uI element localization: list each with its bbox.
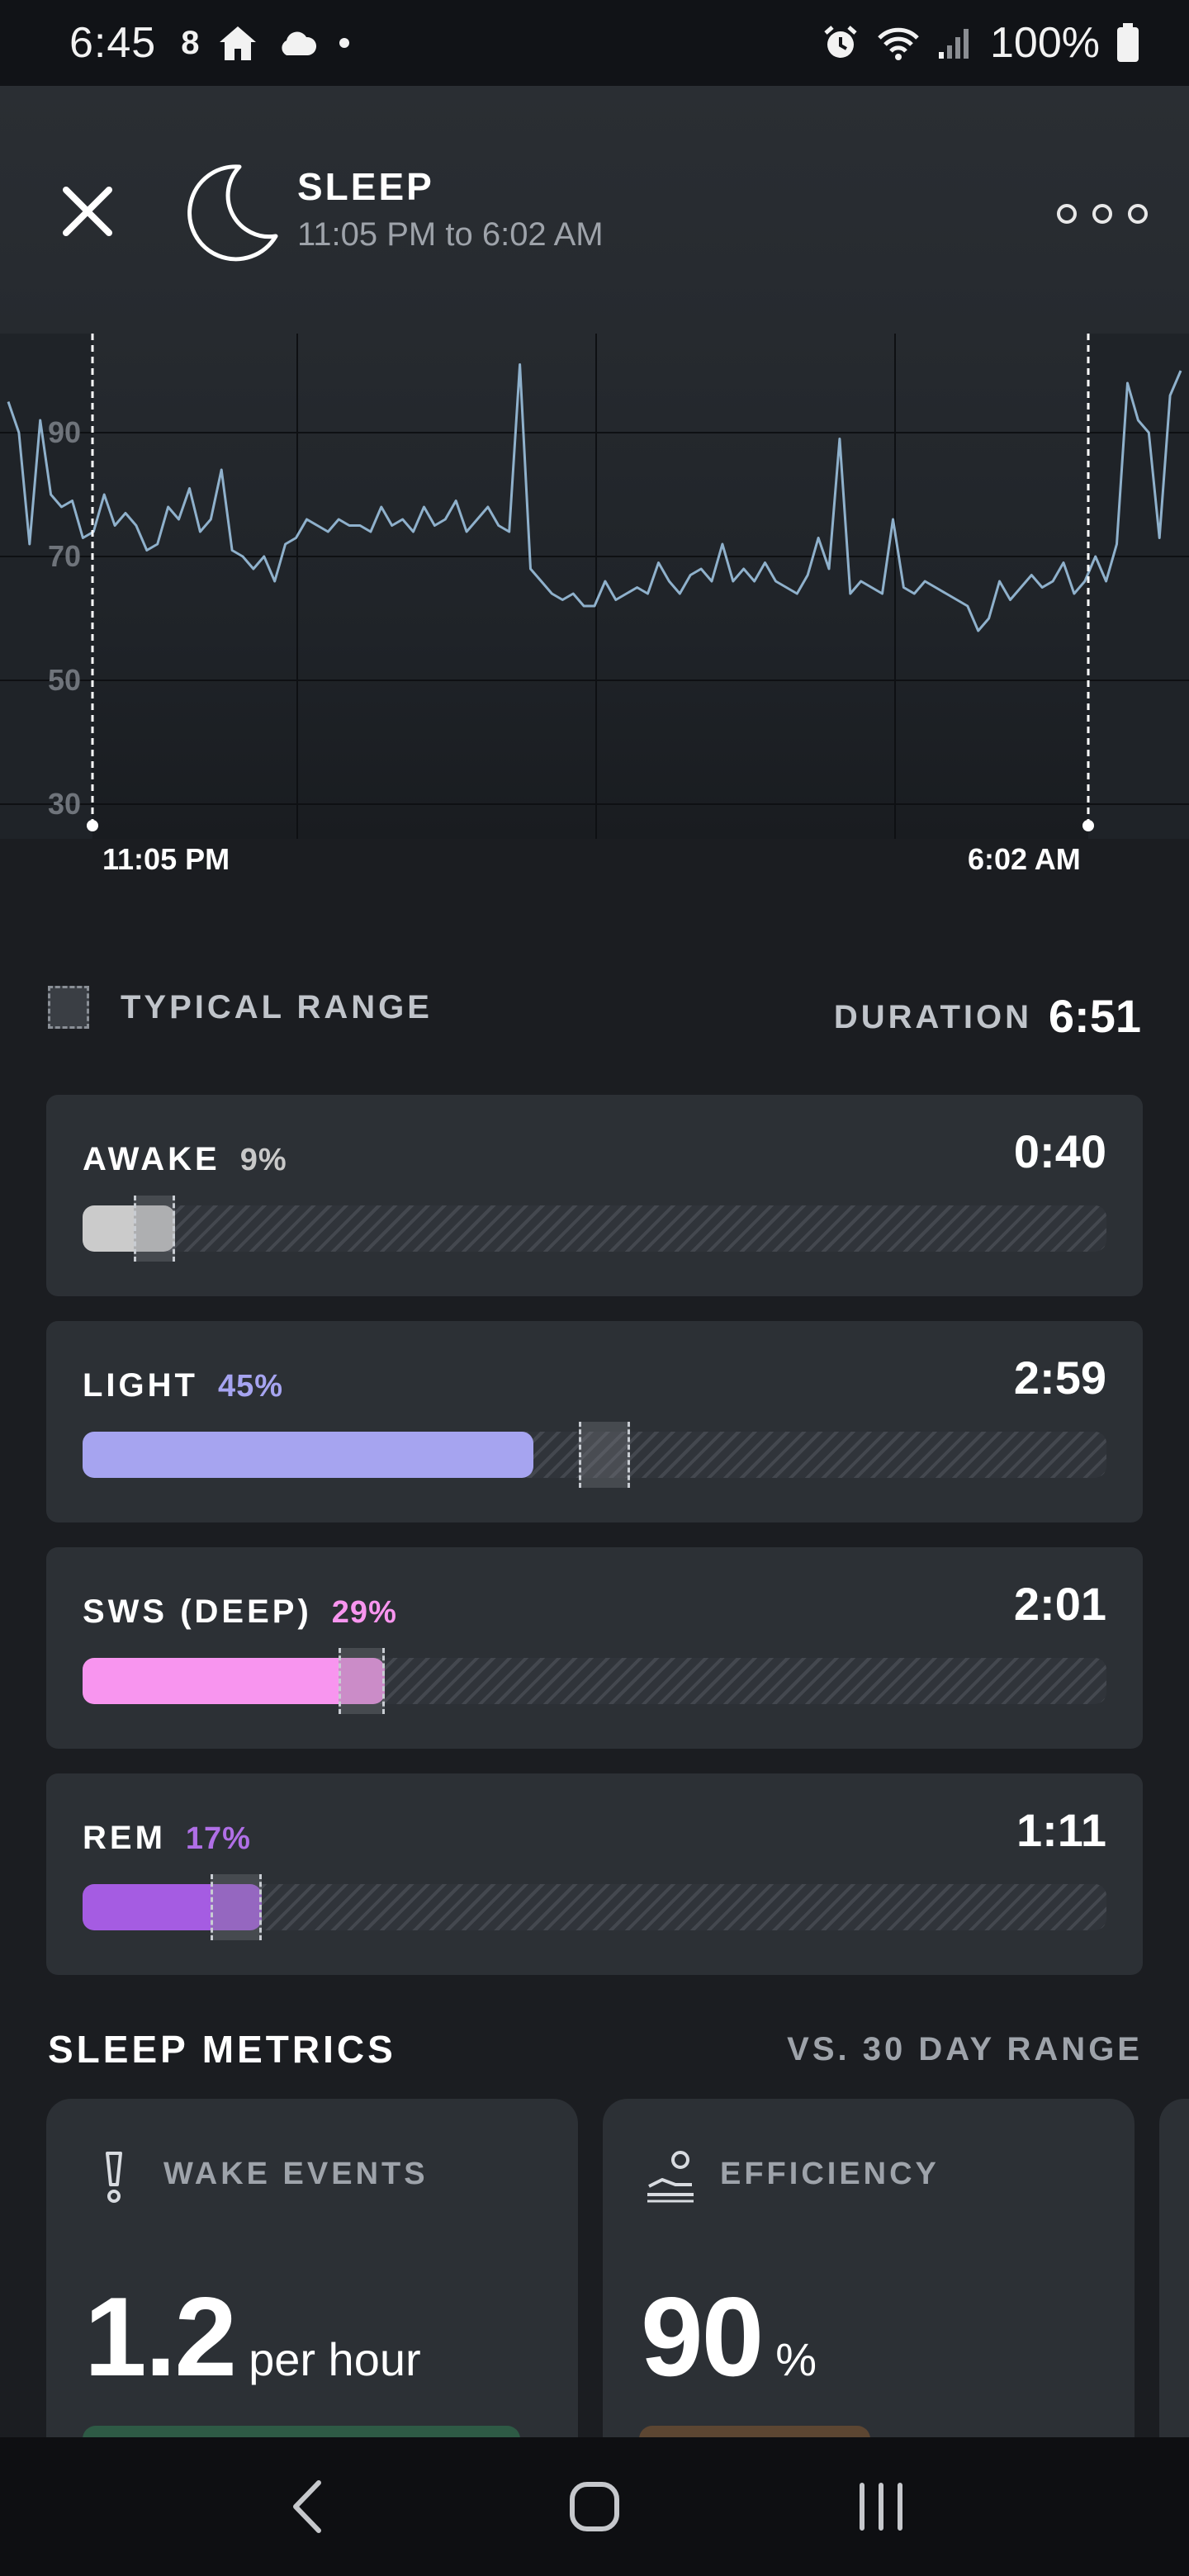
stage-percent: 29% [331,1595,397,1630]
signal-icon [939,29,969,59]
heart-rate-line [7,363,1182,632]
sleep-time-range: 11:05 PM to 6:02 AM [297,216,604,253]
recents-button[interactable] [844,2469,918,2544]
heart-rate-chart: 90 70 50 30 [0,334,1189,839]
stage-bar [83,1648,1106,1714]
heart-rate-chart-svg: 90 70 50 30 [0,334,1189,839]
metric-unit: % [775,2333,817,2385]
y-tick-90: 90 [48,415,81,449]
home-circle-icon [569,2482,619,2531]
status-time: 6:45 [69,19,157,67]
sleeping-person-icon [647,2151,694,2203]
alarm-icon [824,26,857,58]
y-tick-70: 70 [48,539,81,573]
exclamation-icon [106,2152,122,2203]
header: SLEEP 11:05 PM to 6:02 AM [0,86,1189,334]
duration-label: DURATION [833,999,1032,1035]
range-duration-row: TYPICAL RANGE DURATION 6:51 [0,974,1189,1042]
stage-typical-range [211,1874,262,1940]
wifi-icon [878,27,919,60]
cloud-icon [282,31,317,55]
battery-icon [1117,23,1139,62]
typical-range-icon [48,986,89,1029]
status-notification-icons: 8 [181,24,353,62]
metric-value: 1.2 [84,2274,237,2399]
stage-percent: 17% [185,1821,251,1856]
back-button[interactable] [271,2469,345,2544]
recents-icon [859,2483,902,2531]
close-icon [63,187,112,236]
close-button[interactable] [53,177,122,246]
more-options-button[interactable] [1057,193,1148,234]
home-icon [220,26,257,60]
stage-typical-range [339,1648,385,1714]
typical-range-label: TYPICAL RANGE [121,989,433,1025]
y-tick-30: 30 [48,787,81,821]
stage-time: 2:59 [1013,1352,1106,1404]
system-nav-bar [0,2437,1189,2576]
metric-card-next[interactable] [1159,2099,1189,2479]
chart-start-time: 11:05 PM [102,842,230,876]
stage-fill [83,1432,533,1478]
y-tick-50: 50 [48,663,81,697]
status-bar: 6:45 8 100% [0,0,1189,86]
sleep-start-dot [87,820,98,831]
stage-card-rem[interactable]: REM 17% 1:11 [46,1773,1143,1975]
stage-time: 2:01 [1013,1578,1106,1630]
metric-label: EFFICIENCY [720,2157,940,2191]
home-button[interactable] [557,2469,632,2544]
duration-value: 6:51 [1048,990,1141,1042]
stage-name: AWAKE [83,1141,220,1177]
metric-label: WAKE EVENTS [163,2157,429,2191]
more-options-icon [1057,204,1077,224]
sleep-end-dot [1082,820,1094,831]
stage-time: 1:11 [1016,1804,1106,1856]
sleep-metrics-title: SLEEP METRICS [48,2028,396,2071]
stage-bar [83,1422,1106,1488]
stage-bar [83,1196,1106,1262]
stage-card-light[interactable]: LIGHT 45% 2:59 [46,1321,1143,1522]
8-notification-icon: 8 [181,24,200,61]
sleep-detail-screen: 6:45 8 100% SLEEP 11:05 PM to 6:02 AM 90… [0,0,1189,2576]
metrics-compare-label: VS. 30 DAY RANGE [787,2031,1143,2067]
stage-bar [83,1874,1106,1940]
stage-percent: 45% [217,1369,284,1404]
moon-icon [187,164,278,262]
stage-name: SWS (DEEP) [83,1593,312,1630]
stage-time: 0:40 [1013,1125,1106,1177]
stage-typical-range [579,1422,631,1488]
back-icon [293,2480,322,2533]
dot-icon [339,38,350,48]
metric-card-efficiency[interactable]: EFFICIENCY 90% [603,2099,1135,2479]
stage-name: REM [83,1820,166,1856]
stage-card-awake[interactable]: AWAKE 9% 0:40 [46,1095,1143,1296]
stage-name: LIGHT [83,1367,198,1404]
metric-unit: per hour [249,2333,421,2385]
chart-end-time: 6:02 AM [968,842,1081,876]
battery-percent: 100% [990,19,1100,67]
stage-card-deep[interactable]: SWS (DEEP) 29% 2:01 [46,1547,1143,1749]
metric-card-wake-events[interactable]: WAKE EVENTS 1.2 per hour [46,2099,578,2479]
metric-value: 90 [641,2274,764,2399]
status-system-icons: 100% [822,18,1139,68]
stage-percent: 9% [239,1143,287,1177]
page-title: SLEEP [297,165,434,208]
stage-typical-range [134,1196,175,1262]
